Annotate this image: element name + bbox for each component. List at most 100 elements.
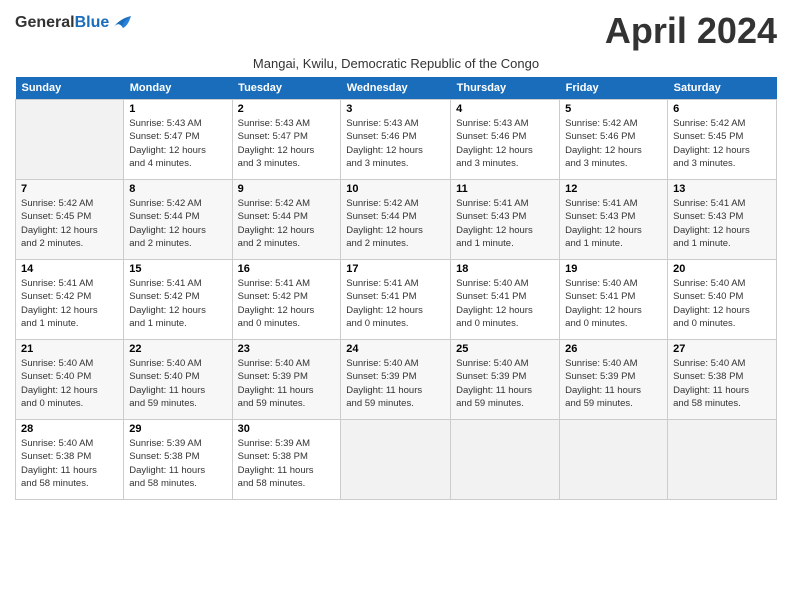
day-info: Sunrise: 5:43 AMSunset: 5:46 PMDaylight:… [456, 117, 554, 170]
day-number: 22 [129, 343, 226, 355]
calendar-week-3: 14 Sunrise: 5:41 AMSunset: 5:42 PMDayligh… [16, 260, 777, 340]
day-number: 9 [238, 183, 336, 195]
calendar-week-4: 21 Sunrise: 5:40 AMSunset: 5:40 PMDayligh… [16, 340, 777, 420]
day-info: Sunrise: 5:40 AMSunset: 5:38 PMDaylight:… [21, 437, 118, 490]
calendar-table: SundayMondayTuesdayWednesdayThursdayFrid… [15, 77, 777, 500]
calendar-cell: 5Sunrise: 5:42 AMSunset: 5:46 PMDaylight… [560, 100, 668, 180]
weekday-header-friday: Friday [560, 77, 668, 100]
calendar-cell: 12 Sunrise: 5:41 AMSunset: 5:43 PMDayligh… [560, 180, 668, 260]
day-info: Sunrise: 5:40 AMSunset: 5:40 PMDaylight:… [21, 357, 118, 410]
weekday-header-wednesday: Wednesday [341, 77, 451, 100]
day-info: Sunrise: 5:40 AMSunset: 5:40 PMDaylight:… [129, 357, 226, 410]
calendar-body: 1 Sunrise: 5:43 AMSunset: 5:47 PMDaylight… [16, 100, 777, 500]
calendar-cell: 28 Sunrise: 5:40 AMSunset: 5:38 PMDayligh… [16, 420, 124, 500]
calendar-cell: 16 Sunrise: 5:41 AMSunset: 5:42 PMDayligh… [232, 260, 341, 340]
weekday-header-tuesday: Tuesday [232, 77, 341, 100]
day-number: 15 [129, 263, 226, 275]
day-number: 16 [238, 263, 336, 275]
weekday-header-monday: Monday [124, 77, 232, 100]
day-info: Sunrise: 5:39 AMSunset: 5:38 PMDaylight:… [238, 437, 336, 490]
calendar-cell: 10 Sunrise: 5:42 AMSunset: 5:44 PMDayligh… [341, 180, 451, 260]
header: GeneralBlue April 2024 [15, 10, 777, 52]
day-info: Sunrise: 5:42 AMSunset: 5:44 PMDaylight:… [346, 197, 445, 250]
day-info: Sunrise: 5:42 AMSunset: 5:45 PMDaylight:… [673, 117, 771, 170]
day-info: Sunrise: 5:40 AMSunset: 5:38 PMDaylight:… [673, 357, 771, 410]
day-number: 12 [565, 183, 662, 195]
calendar-cell: 20 Sunrise: 5:40 AMSunset: 5:40 PMDayligh… [668, 260, 777, 340]
calendar-cell: 2 Sunrise: 5:43 AMSunset: 5:47 PMDaylight… [232, 100, 341, 180]
day-number: 11 [456, 183, 554, 195]
day-info: Sunrise: 5:41 AMSunset: 5:42 PMDaylight:… [129, 277, 226, 330]
day-info: Sunrise: 5:41 AMSunset: 5:41 PMDaylight:… [346, 277, 445, 330]
calendar-cell: 22 Sunrise: 5:40 AMSunset: 5:40 PMDayligh… [124, 340, 232, 420]
calendar-week-5: 28 Sunrise: 5:40 AMSunset: 5:38 PMDayligh… [16, 420, 777, 500]
calendar-cell: 13Sunrise: 5:41 AMSunset: 5:43 PMDayligh… [668, 180, 777, 260]
weekday-header-saturday: Saturday [668, 77, 777, 100]
day-number: 10 [346, 183, 445, 195]
logo-blue: Blue [75, 14, 110, 31]
day-number: 14 [21, 263, 118, 275]
calendar-cell: 3 Sunrise: 5:43 AMSunset: 5:46 PMDaylight… [341, 100, 451, 180]
day-number: 6 [673, 103, 771, 115]
day-info: Sunrise: 5:41 AMSunset: 5:42 PMDaylight:… [238, 277, 336, 330]
day-number: 18 [456, 263, 554, 275]
day-info: Sunrise: 5:41 AMSunset: 5:43 PMDaylight:… [456, 197, 554, 250]
calendar-cell: 1 Sunrise: 5:43 AMSunset: 5:47 PMDaylight… [124, 100, 232, 180]
day-number: 20 [673, 263, 771, 275]
day-info: Sunrise: 5:42 AMSunset: 5:44 PMDaylight:… [238, 197, 336, 250]
day-info: Sunrise: 5:43 AMSunset: 5:46 PMDaylight:… [346, 117, 445, 170]
day-number: 26 [565, 343, 662, 355]
calendar-cell: 7Sunrise: 5:42 AMSunset: 5:45 PMDaylight… [16, 180, 124, 260]
day-info: Sunrise: 5:42 AMSunset: 5:45 PMDaylight:… [21, 197, 118, 250]
calendar-cell: 23Sunrise: 5:40 AMSunset: 5:39 PMDayligh… [232, 340, 341, 420]
day-info: Sunrise: 5:40 AMSunset: 5:40 PMDaylight:… [673, 277, 771, 330]
day-number: 29 [129, 423, 226, 435]
day-info: Sunrise: 5:39 AMSunset: 5:38 PMDaylight:… [129, 437, 226, 490]
calendar-cell: 15 Sunrise: 5:41 AMSunset: 5:42 PMDayligh… [124, 260, 232, 340]
day-number: 8 [129, 183, 226, 195]
day-info: Sunrise: 5:43 AMSunset: 5:47 PMDaylight:… [238, 117, 336, 170]
calendar-cell: 14 Sunrise: 5:41 AMSunset: 5:42 PMDayligh… [16, 260, 124, 340]
calendar-week-2: 7Sunrise: 5:42 AMSunset: 5:45 PMDaylight… [16, 180, 777, 260]
day-number: 1 [129, 103, 226, 115]
calendar-cell: 8 Sunrise: 5:42 AMSunset: 5:44 PMDaylight… [124, 180, 232, 260]
logo: GeneralBlue [15, 14, 133, 32]
day-number: 25 [456, 343, 554, 355]
calendar-cell: 26Sunrise: 5:40 AMSunset: 5:39 PMDayligh… [560, 340, 668, 420]
day-number: 5 [565, 103, 662, 115]
weekday-header-sunday: Sunday [16, 77, 124, 100]
day-number: 3 [346, 103, 445, 115]
day-info: Sunrise: 5:42 AMSunset: 5:44 PMDaylight:… [129, 197, 226, 250]
day-number: 28 [21, 423, 118, 435]
day-number: 21 [21, 343, 118, 355]
day-number: 19 [565, 263, 662, 275]
calendar-header-row: SundayMondayTuesdayWednesdayThursdayFrid… [16, 77, 777, 100]
calendar-cell [16, 100, 124, 180]
calendar-cell [341, 420, 451, 500]
weekday-header-thursday: Thursday [451, 77, 560, 100]
logo-general: General [15, 14, 75, 31]
calendar-cell: 27Sunrise: 5:40 AMSunset: 5:38 PMDayligh… [668, 340, 777, 420]
calendar-cell: 29 Sunrise: 5:39 AMSunset: 5:38 PMDayligh… [124, 420, 232, 500]
day-info: Sunrise: 5:41 AMSunset: 5:43 PMDaylight:… [673, 197, 771, 250]
calendar-cell [451, 420, 560, 500]
subtitle: Mangai, Kwilu, Democratic Republic of th… [15, 56, 777, 71]
logo-bird-icon [111, 14, 133, 32]
day-info: Sunrise: 5:41 AMSunset: 5:42 PMDaylight:… [21, 277, 118, 330]
calendar-cell: 25 Sunrise: 5:40 AMSunset: 5:39 PMDayligh… [451, 340, 560, 420]
calendar-week-1: 1 Sunrise: 5:43 AMSunset: 5:47 PMDaylight… [16, 100, 777, 180]
day-info: Sunrise: 5:41 AMSunset: 5:43 PMDaylight:… [565, 197, 662, 250]
calendar-cell: 17Sunrise: 5:41 AMSunset: 5:41 PMDayligh… [341, 260, 451, 340]
day-info: Sunrise: 5:40 AMSunset: 5:41 PMDaylight:… [565, 277, 662, 330]
day-info: Sunrise: 5:40 AMSunset: 5:39 PMDaylight:… [456, 357, 554, 410]
day-number: 24 [346, 343, 445, 355]
day-info: Sunrise: 5:43 AMSunset: 5:47 PMDaylight:… [129, 117, 226, 170]
calendar-cell [668, 420, 777, 500]
calendar-cell: 19 Sunrise: 5:40 AMSunset: 5:41 PMDayligh… [560, 260, 668, 340]
day-number: 30 [238, 423, 336, 435]
calendar-cell: 21 Sunrise: 5:40 AMSunset: 5:40 PMDayligh… [16, 340, 124, 420]
day-number: 2 [238, 103, 336, 115]
calendar-cell: 4Sunrise: 5:43 AMSunset: 5:46 PMDaylight… [451, 100, 560, 180]
day-number: 23 [238, 343, 336, 355]
calendar-cell: 9 Sunrise: 5:42 AMSunset: 5:44 PMDaylight… [232, 180, 341, 260]
